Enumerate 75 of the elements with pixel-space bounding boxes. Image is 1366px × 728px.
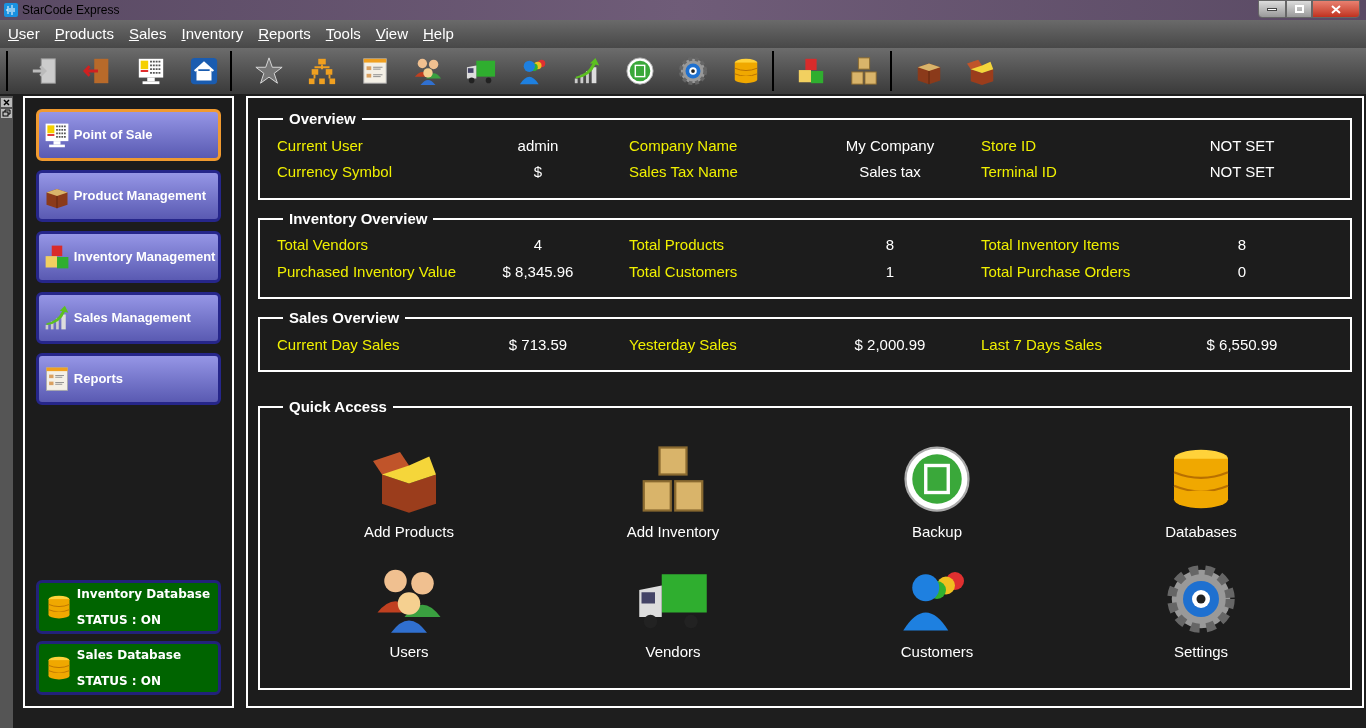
stacked-boxes-icon [848, 56, 879, 86]
menu-item[interactable]: Tools [325, 22, 361, 46]
quick-access-tile[interactable]: Add Products [277, 442, 541, 543]
field-label: Total Purchase Orders [981, 261, 1132, 282]
database-status: STATUS : ON [76, 612, 163, 629]
menu-item[interactable]: Inventory [181, 22, 244, 46]
close-icon[interactable] [1, 98, 13, 107]
menu-item[interactable]: Products [54, 22, 114, 46]
quick-access-tile[interactable]: Users [277, 563, 541, 664]
field-value: $ 2,000.99 [853, 334, 927, 355]
field-label: Company Name [629, 135, 739, 156]
hierarchy-icon [306, 56, 337, 86]
database-status: STATUS : ON [76, 673, 163, 690]
field-value: 1 [884, 261, 896, 282]
close-button[interactable] [1312, 0, 1360, 18]
quick-access-tile[interactable]: Customers [805, 563, 1069, 664]
field-label: Total Vendors [277, 235, 369, 255]
field-value: $ [532, 162, 544, 182]
settings-icon [1165, 563, 1237, 635]
sidebar-item[interactable]: Reports [35, 353, 221, 405]
field-value: Sales tax [858, 162, 922, 182]
field-value: NOT SET [1208, 135, 1276, 156]
field-value: My Company [844, 135, 936, 156]
field-label: Total Products [629, 235, 726, 255]
quick-access-tile[interactable]: Add Inventory [541, 442, 805, 543]
section-title: Overview [288, 109, 357, 129]
field-value: admin [516, 135, 560, 156]
quick-access-tile[interactable]: Vendors [541, 563, 805, 664]
field-value: $ 713.59 [507, 334, 569, 355]
field-label: Current User [277, 135, 364, 156]
sidebar-item[interactable]: Sales Management [35, 292, 221, 344]
disc-icon [624, 56, 655, 86]
database-name: Sales Database [76, 647, 182, 664]
restore-button[interactable] [1286, 0, 1312, 18]
field-value: NOT SET [1208, 162, 1276, 182]
database-name: Inventory Database [76, 586, 211, 603]
field-value: 8 [1236, 235, 1248, 255]
restore-icon[interactable] [1, 109, 13, 118]
sidebar-item[interactable]: Inventory Management [35, 231, 221, 283]
menu-item[interactable]: User [8, 22, 40, 46]
settings-icon [677, 56, 708, 86]
sidebar-item[interactable]: Product Management [35, 170, 221, 222]
field-value: 0 [1236, 261, 1248, 282]
field-value: $ 6,550.99 [1205, 334, 1279, 355]
section-title: Sales Overview [288, 308, 401, 328]
field-label: Total Customers [629, 261, 739, 282]
quick-access-tile[interactable]: Settings [1069, 563, 1333, 664]
menu-item[interactable]: Sales [128, 22, 167, 46]
section-title: Quick Access [288, 397, 388, 417]
people-icon [412, 56, 443, 86]
field-label: Total Inventory Items [981, 235, 1121, 255]
menu-item[interactable]: Help [423, 22, 454, 46]
quick-access-tile[interactable]: Databases [1069, 442, 1333, 543]
window-title: StarCode Express [22, 2, 120, 19]
field-value: $ 8,345.96 [501, 261, 575, 282]
field-label: Store ID [981, 135, 1038, 156]
waveform-logo-icon [4, 3, 18, 17]
field-label: Purchased Inventory Value [277, 261, 457, 282]
field-label: Current Day Sales [277, 334, 401, 355]
close-icon [1331, 4, 1341, 14]
sidebar-item[interactable]: Point of Sale [35, 109, 221, 161]
menu-item[interactable]: View [375, 22, 408, 46]
field-value: 8 [884, 235, 896, 255]
home-icon [188, 56, 219, 86]
quick-access-tile[interactable]: Backup [805, 442, 1069, 543]
field-label: Last 7 Days Sales [981, 334, 1103, 355]
minimize-button[interactable] [1258, 0, 1286, 18]
field-label: Sales Tax Name [629, 162, 739, 182]
section-title: Inventory Overview [288, 208, 429, 229]
star-icon [253, 56, 284, 86]
field-value: 4 [532, 235, 544, 255]
field-label: Yesterday Sales [629, 334, 738, 355]
field-label: Currency Symbol [277, 162, 394, 182]
menu-item[interactable]: Reports [258, 22, 311, 46]
field-label: Terminal ID [981, 162, 1058, 182]
